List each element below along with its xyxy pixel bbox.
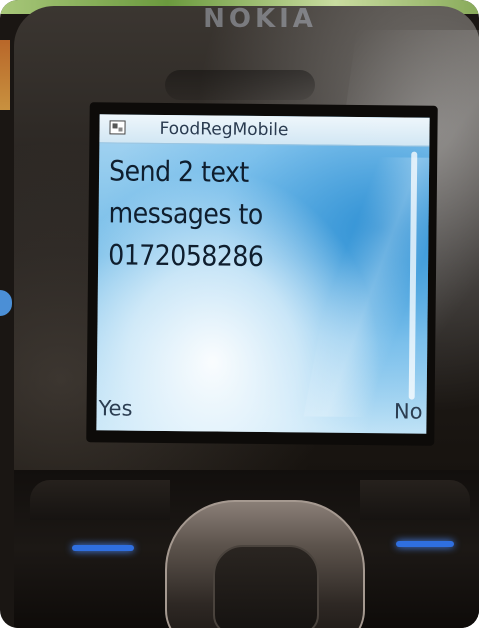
phone-screen: FoodRegMobile Send 2 text messages to 01…	[96, 114, 430, 434]
call-key[interactable]	[72, 545, 134, 551]
background-orange	[0, 40, 10, 110]
end-key[interactable]	[396, 541, 454, 547]
title-bar: FoodRegMobile	[99, 114, 430, 147]
right-softkey-button[interactable]	[360, 480, 470, 520]
background-blue-shape	[0, 290, 12, 316]
app-icon	[109, 120, 126, 135]
left-softkey-button[interactable]	[30, 480, 170, 520]
brand-logo: NOKIA	[203, 4, 317, 34]
phone-photo: NOKIA FoodRegMobile Send 2 text messages…	[0, 0, 479, 628]
navigation-center-key[interactable]	[213, 545, 319, 628]
earpiece-speaker	[165, 70, 315, 100]
app-title: FoodRegMobile	[159, 118, 289, 141]
yes-softkey[interactable]: Yes	[98, 396, 132, 420]
no-softkey[interactable]: No	[394, 399, 423, 423]
